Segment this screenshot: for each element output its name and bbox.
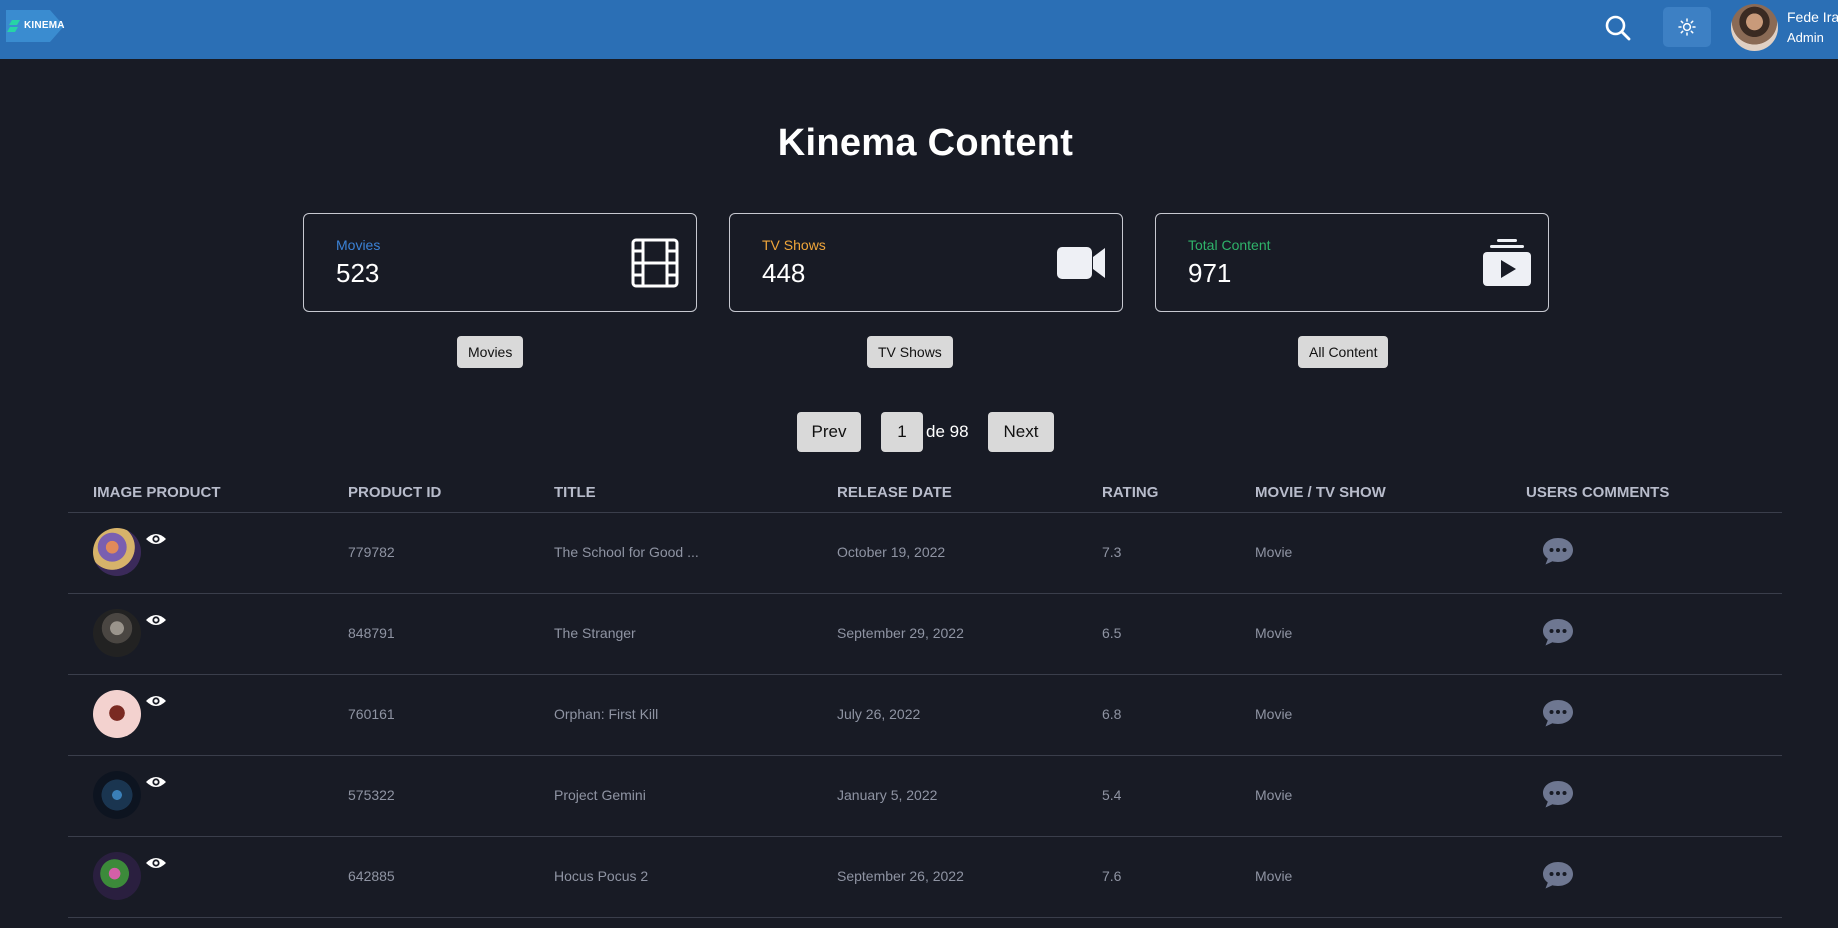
product-thumbnail [93,771,141,819]
movies-stat-card: Movies 523 [303,213,697,312]
rating: 7.6 [1102,868,1122,884]
eye-icon[interactable] [145,774,167,790]
logo-text: KINEMA [24,20,65,31]
product-id: 760161 [348,706,395,722]
column-header-type: MOVIE / TV SHOW [1255,484,1386,501]
theme-toggle-button[interactable] [1663,7,1711,47]
top-navbar: KINEMA Fede Ira Admin [0,0,1838,59]
movies-card-label: Movies [336,237,381,253]
release-date: September 29, 2022 [837,625,964,641]
product-title: Orphan: First Kill [554,706,659,722]
rating: 6.5 [1102,625,1122,641]
kinema-logo[interactable]: KINEMA [4,6,68,46]
total-stat-card: Total Content 971 [1155,213,1549,312]
all-content-filter-button[interactable]: All Content [1298,336,1389,368]
total-card-value: 971 [1188,258,1232,288]
column-header-title: TITLE [554,484,596,501]
comment-icon[interactable] [1541,697,1575,729]
product-thumbnail [93,609,141,657]
content-type: Movie [1255,787,1293,803]
product-thumbnail [93,690,141,738]
comment-icon[interactable] [1541,778,1575,810]
table-row: 779782 The School for Good ... October 1… [68,513,1782,594]
tvshows-filter-button[interactable]: TV Shows [867,336,953,368]
eye-icon[interactable] [145,531,167,547]
rating: 5.4 [1102,787,1122,803]
tvshows-card-value: 448 [762,258,806,288]
page-title: Kinema Content [777,122,1074,164]
content-type: Movie [1255,544,1293,560]
film-icon [631,238,679,288]
current-page-button[interactable]: 1 [881,412,923,452]
prev-page-button[interactable]: Prev [797,412,861,452]
user-avatar[interactable] [1731,4,1778,51]
eye-icon[interactable] [145,612,167,628]
tvshows-stat-card: TV Shows 448 [729,213,1123,312]
product-id: 642885 [348,868,395,884]
release-date: October 19, 2022 [837,544,946,560]
table-row: 760161 Orphan: First Kill July 26, 2022 … [68,675,1782,756]
product-id: 848791 [348,625,395,641]
search-icon [1605,15,1631,41]
table-header: IMAGE PRODUCT PRODUCT ID TITLE RELEASE D… [68,480,1782,513]
table-row: 848791 The Stranger September 29, 2022 6… [68,594,1782,675]
next-page-button[interactable]: Next [988,412,1054,452]
release-date: July 26, 2022 [837,706,921,722]
column-header-release-date: RELEASE DATE [837,484,952,501]
movies-card-value: 523 [336,258,380,288]
comment-icon[interactable] [1541,616,1575,648]
tvshows-card-label: TV Shows [762,237,826,253]
play-stack-icon [1483,239,1531,286]
table-row: 575322 Project Gemini January 5, 2022 5.… [68,756,1782,837]
video-camera-icon [1057,247,1105,279]
eye-icon[interactable] [145,693,167,709]
release-date: January 5, 2022 [837,787,938,803]
product-id: 779782 [348,544,395,560]
table-row: 642885 Hocus Pocus 2 September 26, 2022 … [68,837,1782,918]
page-count-label: de 98 [926,422,969,441]
user-role: Admin [1787,30,1824,45]
user-name: Fede Ira [1787,9,1838,25]
product-id: 575322 [348,787,395,803]
content-table: IMAGE PRODUCT PRODUCT ID TITLE RELEASE D… [68,480,1782,918]
content-type: Movie [1255,706,1293,722]
movies-filter-button[interactable]: Movies [457,336,524,368]
content-type: Movie [1255,868,1293,884]
content-type: Movie [1255,625,1293,641]
search-button[interactable] [1602,12,1634,44]
product-title: The School for Good ... [554,544,699,560]
rating: 6.8 [1102,706,1122,722]
product-thumbnail [93,528,141,576]
column-header-comments: USERS COMMENTS [1526,484,1670,501]
eye-icon[interactable] [145,855,167,871]
column-header-image: IMAGE PRODUCT [93,484,221,501]
rating: 7.3 [1102,544,1122,560]
total-card-label: Total Content [1188,237,1271,253]
sun-icon [1678,18,1696,36]
comment-icon[interactable] [1541,535,1575,567]
column-header-rating: RATING [1102,484,1159,501]
product-thumbnail [93,852,141,900]
comment-icon[interactable] [1541,859,1575,891]
product-title: Hocus Pocus 2 [554,868,649,884]
column-header-product-id: PRODUCT ID [348,484,442,501]
release-date: September 26, 2022 [837,868,964,884]
product-title: Project Gemini [554,787,646,803]
product-title: The Stranger [554,625,636,641]
